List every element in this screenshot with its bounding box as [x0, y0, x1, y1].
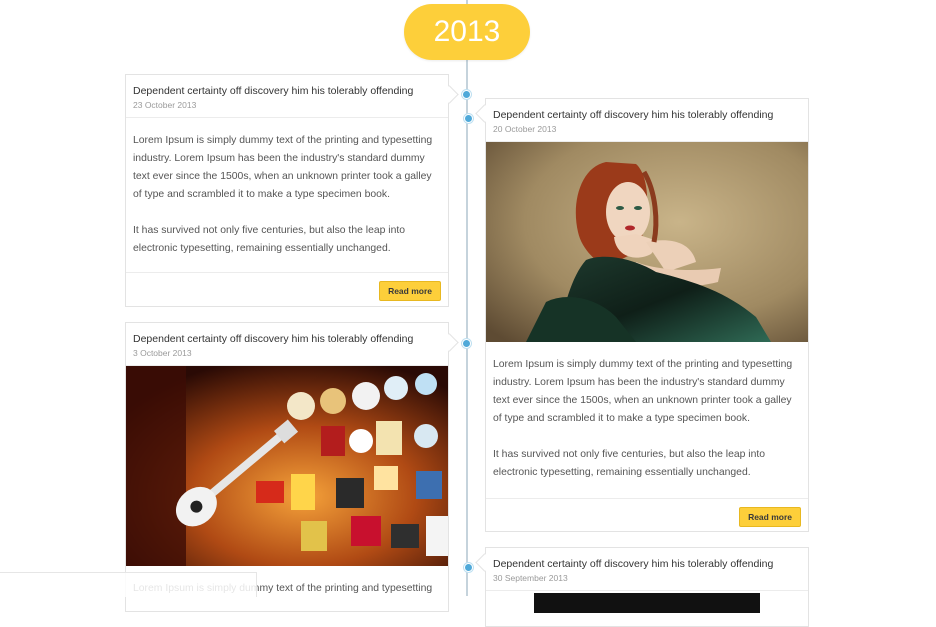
post-date: 30 September 2013 — [493, 573, 568, 583]
timeline-post-card: Dependent certainty off discovery him hi… — [485, 547, 809, 627]
post-title[interactable]: Dependent certainty off discovery him hi… — [133, 84, 441, 98]
timeline-dot — [464, 563, 473, 572]
post-paragraph: It has survived not only five centuries,… — [133, 225, 406, 254]
video-thumbnail — [534, 593, 760, 613]
post-date: 20 October 2013 — [493, 124, 557, 134]
timeline-post-card: Dependent certainty off discovery him hi… — [125, 74, 449, 307]
post-title[interactable]: Dependent certainty off discovery him hi… — [493, 108, 801, 122]
post-header: Dependent certainty off discovery him hi… — [126, 323, 448, 366]
year-badge: 2013 — [404, 4, 530, 60]
timeline-dot — [462, 90, 471, 99]
post-header: Dependent certainty off discovery him hi… — [126, 75, 448, 118]
read-more-button[interactable]: Read more — [739, 507, 801, 527]
timeline-post-card: Dependent certainty off discovery him hi… — [125, 322, 449, 612]
post-paragraph: It has survived not only five centuries,… — [493, 449, 766, 478]
timeline-dot — [464, 114, 473, 123]
post-body: Lorem Ipsum is simply dummy text of the … — [126, 118, 448, 272]
post-paragraph: Lorem Ipsum is simply dummy text of the … — [493, 359, 793, 424]
read-more-button[interactable]: Read more — [379, 281, 441, 301]
post-image — [486, 591, 808, 613]
portrait-photo — [486, 142, 808, 342]
post-paragraph: Lorem Ipsum is simply dummy text of the … — [133, 135, 433, 200]
post-date: 23 October 2013 — [133, 100, 197, 110]
post-body: Lorem Ipsum is simply dummy text of the … — [486, 342, 808, 498]
post-footer: Read more — [486, 498, 808, 531]
timeline-post-card: Dependent certainty off discovery him hi… — [485, 98, 809, 532]
timeline-dot — [462, 339, 471, 348]
post-header: Dependent certainty off discovery him hi… — [486, 548, 808, 591]
post-footer: Read more — [126, 272, 448, 305]
post-date: 3 October 2013 — [133, 348, 192, 358]
bottom-overlay-bar — [0, 572, 257, 597]
post-image — [126, 366, 448, 566]
post-title[interactable]: Dependent certainty off discovery him hi… — [133, 332, 441, 346]
post-header: Dependent certainty off discovery him hi… — [486, 99, 808, 142]
bar-wall-photo — [126, 366, 448, 566]
post-image — [486, 142, 808, 342]
post-title[interactable]: Dependent certainty off discovery him hi… — [493, 557, 801, 571]
